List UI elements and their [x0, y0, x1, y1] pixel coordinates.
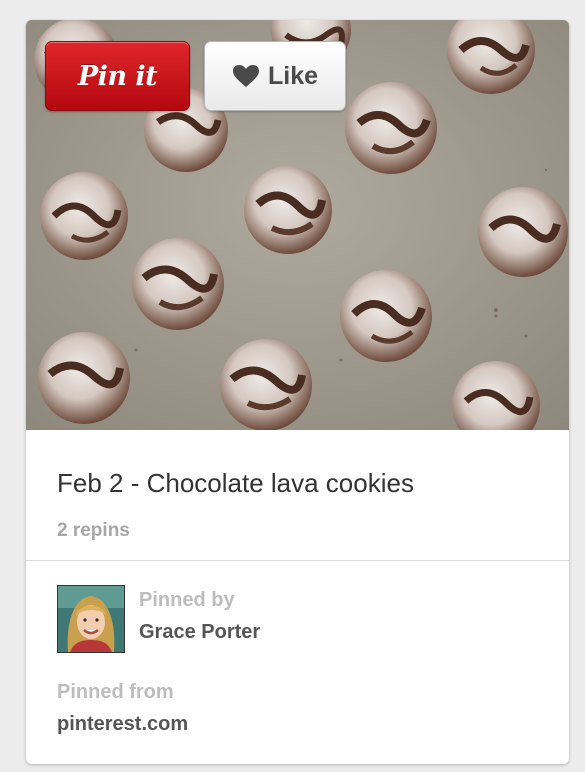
- like-button[interactable]: Like: [204, 41, 346, 111]
- like-label: Like: [267, 61, 319, 90]
- pinner-avatar-icon[interactable]: [57, 585, 125, 653]
- pinned-by-label: Pinned by: [139, 589, 235, 611]
- pin-description: Feb 2 - Chocolate lava cookies 2 repins: [26, 430, 569, 561]
- pin-title[interactable]: Feb 2 - Chocolate lava cookies: [57, 468, 414, 499]
- pinner-name-link[interactable]: Grace Porter: [139, 621, 260, 644]
- pin-photo[interactable]: Pin it Like: [26, 20, 569, 430]
- source-link[interactable]: pinterest.com: [57, 713, 188, 736]
- pin-attribution: Pinned by Grace Porter Pinned from pinte…: [26, 561, 569, 764]
- heart-icon: [232, 64, 260, 88]
- repin-count[interactable]: 2 repins: [57, 520, 130, 542]
- pin-card: Pin it Like Feb 2 - Chocolate lava cooki…: [26, 20, 569, 764]
- pin-it-label: Pin it: [77, 60, 158, 92]
- pinned-from-label: Pinned from: [57, 681, 174, 703]
- pin-it-button[interactable]: Pin it: [45, 41, 190, 111]
